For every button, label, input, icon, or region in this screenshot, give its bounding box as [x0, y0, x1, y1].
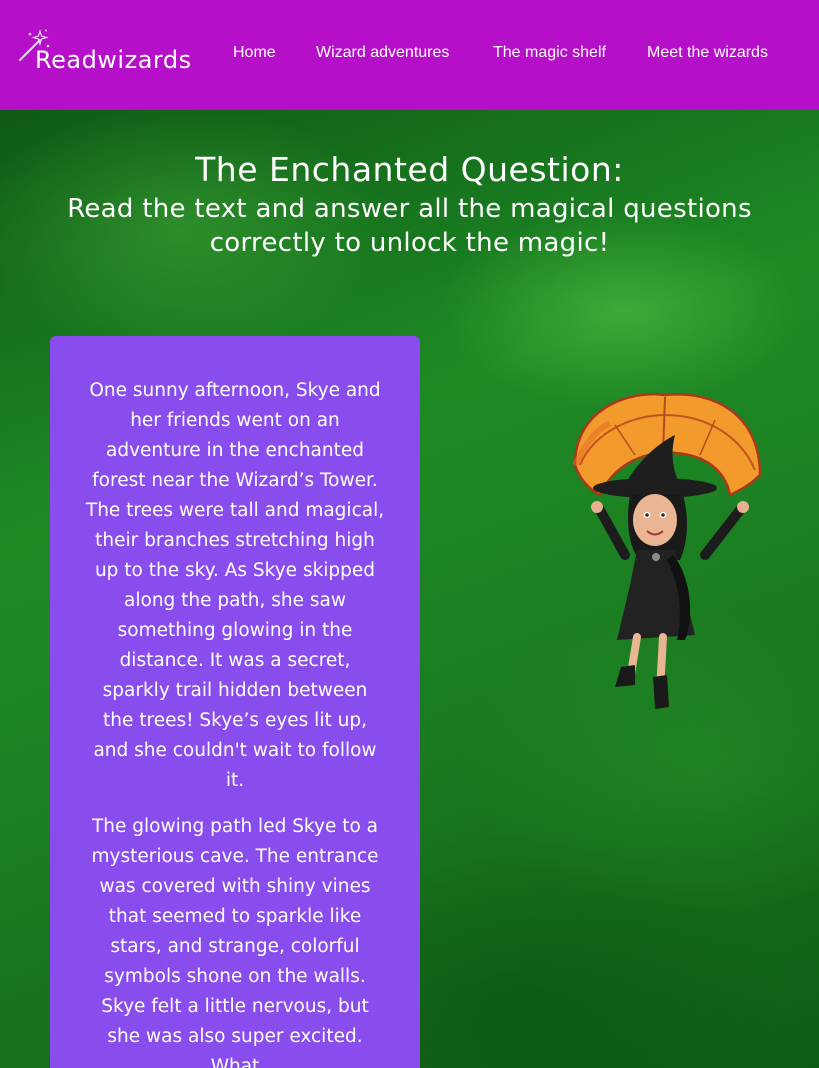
main-nav: Home Wizard adventures The magic shelf M… [0, 44, 819, 66]
navbar: Readwizards Home Wizard adventures The m… [0, 0, 819, 110]
story-paragraph: One sunny afternoon, Skye and her friend… [85, 380, 385, 791]
nav-link-wizard-adventures[interactable]: Wizard adventures [316, 44, 449, 62]
nav-link-meet-wizards[interactable]: Meet the wizards [647, 44, 768, 62]
witch-illustration [572, 392, 762, 709]
story-card: One sunny afternoon, Skye and her friend… [50, 336, 420, 1068]
page-title: The Enchanted Question: [195, 150, 624, 189]
page-subtitle: Read the text and answer all the magical… [67, 194, 752, 258]
nav-link-magic-shelf[interactable]: The magic shelf [493, 44, 606, 62]
story-paragraph: The glowing path led Skye to a mysteriou… [91, 816, 379, 1068]
page-heading: The Enchanted Question: Read the text an… [0, 148, 819, 260]
nav-link-home[interactable]: Home [233, 44, 276, 62]
